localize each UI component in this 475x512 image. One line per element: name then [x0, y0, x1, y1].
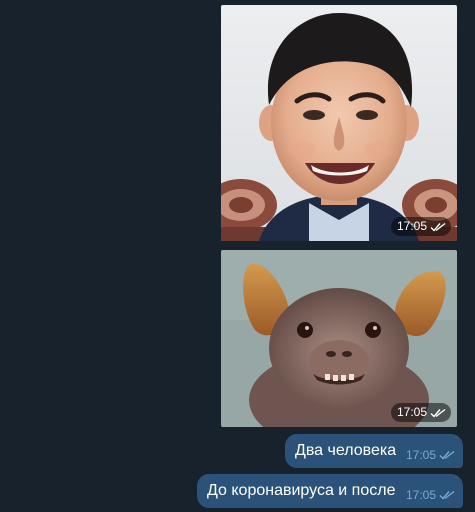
double-check-icon: [430, 222, 446, 232]
message-time: 17:05: [405, 488, 436, 502]
message-meta: 17:05: [406, 480, 455, 502]
double-check-icon: [439, 490, 455, 500]
message-meta: 17:05: [406, 440, 455, 462]
photo-1-meta: 17:05: [390, 217, 451, 236]
double-check-icon: [430, 408, 446, 418]
message-text: До коронавируса и после: [207, 482, 396, 499]
photo-2-meta: 17:05: [390, 403, 451, 422]
photo-1-time: 17:05: [396, 219, 427, 233]
photo-2-time: 17:05: [396, 405, 427, 419]
photo-message-bat[interactable]: 17:05: [221, 250, 457, 427]
boy-photo-image: [221, 5, 457, 241]
message-text: Два человека: [295, 442, 397, 459]
chat-history: 17:05 17:05 Два человека 17:05 До корона…: [0, 0, 475, 512]
double-check-icon: [439, 450, 455, 460]
message-time: 17:05: [405, 448, 436, 462]
photo-message-boy[interactable]: 17:05: [221, 5, 457, 241]
bat-photo-image: [221, 250, 457, 427]
outgoing-message-bubble[interactable]: До коронавируса и после 17:05: [197, 474, 463, 508]
outgoing-message-bubble[interactable]: Два человека 17:05: [285, 434, 463, 468]
